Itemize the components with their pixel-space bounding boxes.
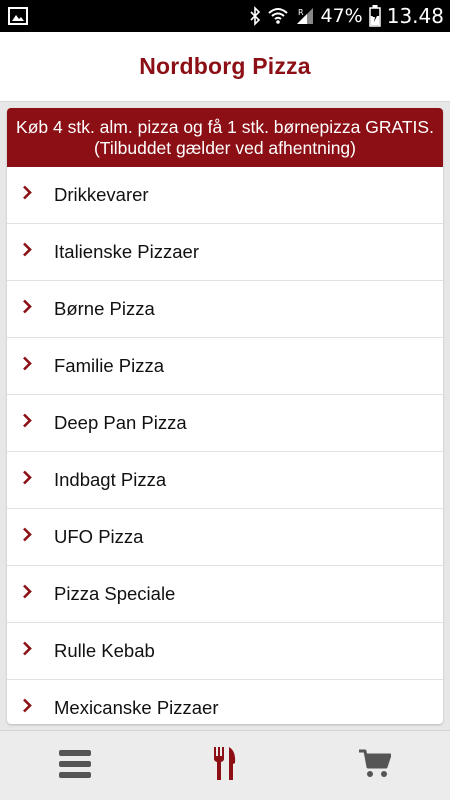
category-item-indbagt-pizza[interactable]: Indbagt Pizza <box>7 452 443 509</box>
wifi-icon <box>267 6 289 26</box>
category-label: Børne Pizza <box>54 298 155 319</box>
chevron-right-icon <box>21 242 33 263</box>
hamburger-menu-icon <box>59 749 91 784</box>
shopping-cart-icon <box>359 749 392 784</box>
chevron-right-icon <box>21 641 33 662</box>
signal-icon: R <box>295 6 315 26</box>
svg-text:R: R <box>298 8 304 17</box>
chevron-right-icon <box>21 698 33 719</box>
image-notification-icon <box>8 6 28 31</box>
chevron-right-icon <box>21 356 33 377</box>
chevron-right-icon <box>21 527 33 548</box>
chevron-right-icon <box>21 299 33 320</box>
category-label: Indbagt Pizza <box>54 469 167 490</box>
category-label: Deep Pan Pizza <box>54 412 187 433</box>
category-item-rulle-kebab[interactable]: Rulle Kebab <box>7 623 443 680</box>
category-item-pizza-speciale[interactable]: Pizza Speciale <box>7 566 443 623</box>
tab-menu[interactable] <box>40 731 110 800</box>
bottom-navigation <box>0 730 450 800</box>
category-label: Mexicanske Pizzaer <box>54 697 219 718</box>
category-item-italienske-pizzaer[interactable]: Italienske Pizzaer <box>7 224 443 281</box>
bluetooth-icon <box>249 6 261 26</box>
battery-percent: 47% <box>320 5 363 27</box>
clock: 13.48 <box>386 4 444 28</box>
category-item-deep-pan-pizza[interactable]: Deep Pan Pizza <box>7 395 443 452</box>
chevron-right-icon <box>21 185 33 206</box>
category-item-borne-pizza[interactable]: Børne Pizza <box>7 281 443 338</box>
category-label: Pizza Speciale <box>54 583 176 604</box>
chevron-right-icon <box>21 470 33 491</box>
category-label: Italienske Pizzaer <box>54 241 199 262</box>
page-title: Nordborg Pizza <box>139 53 311 79</box>
app-bar: Nordborg Pizza <box>0 32 450 102</box>
tab-cart[interactable] <box>340 731 410 800</box>
menu-card: Køb 4 stk. alm. pizza og få 1 stk. børne… <box>7 108 443 724</box>
status-bar: R 47% 13.48 <box>0 0 450 32</box>
category-label: Drikkevarer <box>54 184 149 205</box>
category-item-drikkevarer[interactable]: Drikkevarer <box>7 167 443 224</box>
category-label: Rulle Kebab <box>54 640 155 661</box>
category-label: Familie Pizza <box>54 355 164 376</box>
category-item-mexicanske-pizzaer[interactable]: Mexicanske Pizzaer <box>7 680 443 724</box>
promo-banner: Køb 4 stk. alm. pizza og få 1 stk. børne… <box>7 108 443 167</box>
category-label: UFO Pizza <box>54 526 144 547</box>
battery-icon <box>368 5 381 27</box>
category-item-familie-pizza[interactable]: Familie Pizza <box>7 338 443 395</box>
tab-food-menu[interactable] <box>190 731 260 800</box>
chevron-right-icon <box>21 584 33 605</box>
category-item-ufo-pizza[interactable]: UFO Pizza <box>7 509 443 566</box>
chevron-right-icon <box>21 413 33 434</box>
fork-knife-icon <box>213 746 237 786</box>
category-list: Drikkevarer Italienske Pizzaer Børne Piz… <box>7 167 443 724</box>
